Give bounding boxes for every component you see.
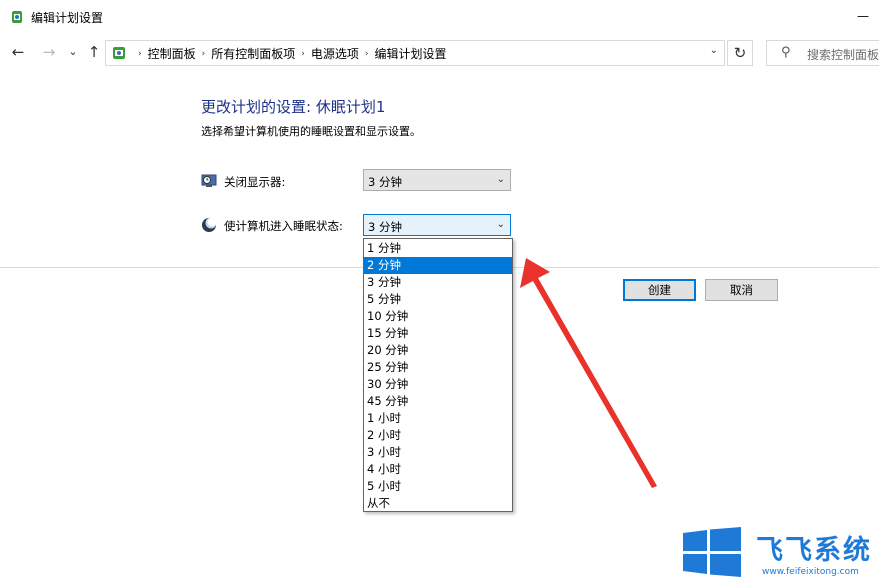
cancel-button[interactable]: 取消	[705, 279, 778, 301]
breadcrumb-separator-icon[interactable]: ›	[365, 49, 369, 59]
sleep-value: 3 分钟	[368, 220, 402, 234]
sleep-option[interactable]: 从不	[364, 495, 512, 512]
display-off-value: 3 分钟	[368, 175, 402, 189]
moon-sleep-icon	[202, 217, 217, 232]
window-title: 编辑计划设置	[31, 11, 104, 25]
sleep-option[interactable]: 5 小时	[364, 478, 512, 495]
breadcrumb-separator-icon[interactable]: ›	[301, 49, 305, 59]
back-button[interactable]: ←	[9, 43, 27, 61]
display-clock-icon	[201, 174, 217, 187]
sleep-option[interactable]: 45 分钟	[364, 393, 512, 410]
title-bar: 编辑计划设置 —	[0, 0, 879, 33]
forward-button[interactable]: →	[40, 43, 58, 61]
breadcrumb-separator-icon: ›	[138, 48, 142, 59]
sleep-option[interactable]: 2 小时	[364, 427, 512, 444]
breadcrumb-separator-icon[interactable]: ›	[202, 49, 206, 59]
sleep-option[interactable]: 4 小时	[364, 461, 512, 478]
up-button[interactable]: ↑	[85, 43, 103, 61]
search-placeholder: 搜索控制面板	[807, 48, 879, 62]
sleep-dropdown-list: 1 分钟 2 分钟 3 分钟 5 分钟 10 分钟 15 分钟 20 分钟 25 分钟 30 分…	[363, 238, 513, 512]
page-title: 更改计划的设置: 休眠计划1	[201, 98, 386, 116]
breadcrumb-control-panel[interactable]: 控制面板	[148, 45, 196, 62]
display-off-label: 关闭显示器:	[224, 175, 286, 189]
address-history-dropdown-icon[interactable]: ⌄	[710, 45, 718, 56]
sleep-select[interactable]: 3 分钟 ⌄	[363, 214, 511, 236]
watermark-text: 飞飞系统	[756, 535, 872, 566]
sleep-option[interactable]: 30 分钟	[364, 376, 512, 393]
sleep-label: 使计算机进入睡眠状态:	[224, 219, 343, 233]
windows-logo-icon	[683, 527, 741, 577]
display-off-select[interactable]: 3 分钟 ⌄	[363, 169, 511, 191]
recent-locations-button[interactable]: ⌄	[64, 43, 82, 61]
create-button[interactable]: 创建	[623, 279, 696, 301]
chevron-down-icon: ⌄	[496, 219, 505, 230]
sleep-option[interactable]: 3 分钟	[364, 274, 512, 291]
refresh-button[interactable]: ↻	[727, 40, 753, 66]
sleep-option[interactable]: 1 分钟	[364, 240, 512, 257]
sleep-option[interactable]: 3 小时	[364, 444, 512, 461]
search-icon: ⚲	[781, 45, 791, 60]
chevron-down-icon: ⌄	[496, 174, 505, 185]
search-box[interactable]: ⚲ 搜索控制面板	[766, 40, 879, 66]
sleep-option[interactable]: 20 分钟	[364, 342, 512, 359]
navigation-bar: ← → ⌄ ↑ › 控制面板 › 所有控制面板项 › 电源选项 › 编辑计划设置…	[0, 33, 879, 71]
breadcrumb-all-items[interactable]: 所有控制面板项	[211, 45, 295, 62]
sleep-option[interactable]: 2 分钟	[364, 257, 512, 274]
sleep-option[interactable]: 25 分钟	[364, 359, 512, 376]
sleep-option[interactable]: 10 分钟	[364, 308, 512, 325]
breadcrumb-edit-plan[interactable]: 编辑计划设置	[374, 45, 446, 62]
minimize-button[interactable]: —	[857, 9, 871, 23]
breadcrumb-power-options[interactable]: 电源选项	[311, 45, 359, 62]
sleep-option[interactable]: 15 分钟	[364, 325, 512, 342]
power-options-icon	[12, 11, 22, 23]
address-box[interactable]: › 控制面板 › 所有控制面板项 › 电源选项 › 编辑计划设置 ⌄	[105, 40, 725, 66]
watermark-url: www.feifeixitong.com	[762, 567, 859, 577]
page-subtitle: 选择希望计算机使用的睡眠设置和显示设置。	[201, 125, 421, 138]
breadcrumb: › 控制面板 › 所有控制面板项 › 电源选项 › 编辑计划设置	[132, 45, 447, 62]
sleep-option[interactable]: 5 分钟	[364, 291, 512, 308]
control-panel-icon	[113, 47, 125, 59]
sleep-option[interactable]: 1 小时	[364, 410, 512, 427]
